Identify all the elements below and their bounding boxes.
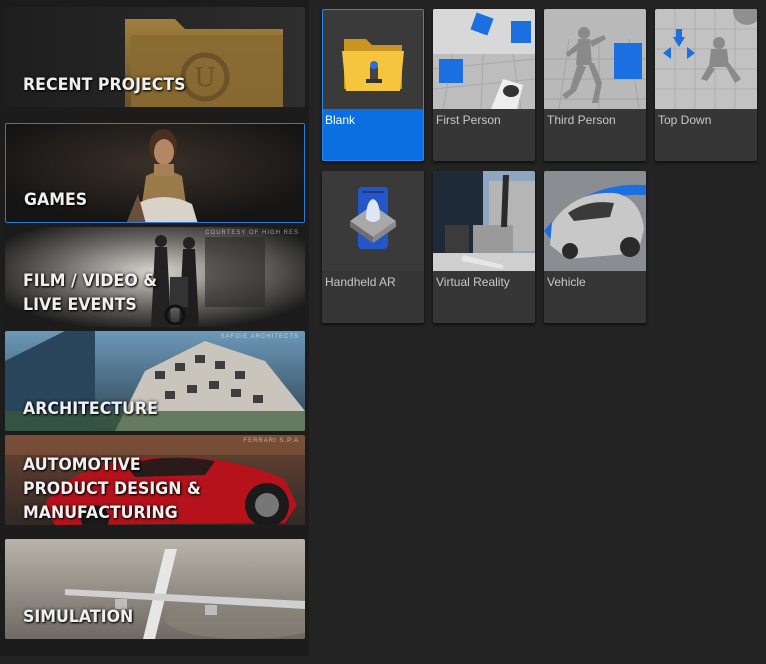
template-label: Virtual Reality — [436, 275, 510, 289]
template-label: Vehicle — [547, 275, 586, 289]
category-recent-projects[interactable]: U RECENT PROJECTS — [5, 7, 305, 107]
category-label: AUTOMOTIVE PRODUCT DESIGN & MANUFACTURIN… — [23, 455, 201, 523]
template-third-person[interactable]: Third Person — [544, 9, 646, 161]
category-label: FILM / VIDEO & LIVE EVENTS — [23, 271, 158, 315]
template-label: First Person — [436, 113, 501, 127]
image-credit: COURTESY OF HIGH RES — [205, 230, 299, 236]
category-label: SIMULATION — [23, 607, 134, 627]
vehicle-thumbnail — [544, 171, 646, 271]
third-person-thumbnail — [544, 9, 646, 109]
template-vehicle[interactable]: Vehicle — [544, 171, 646, 323]
category-panel: U RECENT PROJECTS GAMES COURTESY OF HIGH… — [0, 0, 309, 656]
template-top-down[interactable]: Top Down — [655, 9, 757, 161]
category-label: RECENT PROJECTS — [23, 75, 186, 95]
template-blank[interactable]: Blank — [322, 9, 424, 161]
image-credit: FERRARI S.P.A — [243, 438, 299, 444]
template-virtual-reality[interactable]: Virtual Reality — [433, 171, 535, 323]
category-architecture[interactable]: SAFDIE ARCHITECTS ARCHITECTURE — [5, 331, 305, 431]
category-simulation[interactable]: SIMULATION — [5, 539, 305, 639]
category-label: ARCHITECTURE — [23, 399, 158, 419]
top-down-thumbnail — [655, 9, 757, 109]
template-label: Third Person — [547, 113, 616, 127]
image-credit: SAFDIE ARCHITECTS — [220, 334, 299, 340]
handheld-ar-thumbnail — [322, 171, 424, 271]
category-automotive[interactable]: FERRARI S.P.A AUTOMOTIVE PRODUCT DESIGN … — [5, 435, 305, 535]
template-first-person[interactable]: First Person — [433, 9, 535, 161]
handheld-ar-icon — [322, 171, 424, 271]
template-label: Handheld AR — [325, 275, 396, 289]
blank-thumbnail — [323, 10, 423, 109]
category-games[interactable]: GAMES — [5, 123, 305, 223]
first-person-thumbnail — [433, 9, 535, 109]
category-film-video-live-events[interactable]: COURTESY OF HIGH RES FILM / VIDEO & LIVE… — [5, 227, 305, 327]
template-label: Top Down — [658, 113, 712, 127]
svg-text:U: U — [194, 63, 216, 93]
template-handheld-ar[interactable]: Handheld AR — [322, 171, 424, 323]
template-label: Blank — [325, 113, 356, 127]
virtual-reality-thumbnail — [433, 171, 535, 271]
category-label: GAMES — [24, 190, 88, 210]
folder-icon — [323, 10, 423, 109]
